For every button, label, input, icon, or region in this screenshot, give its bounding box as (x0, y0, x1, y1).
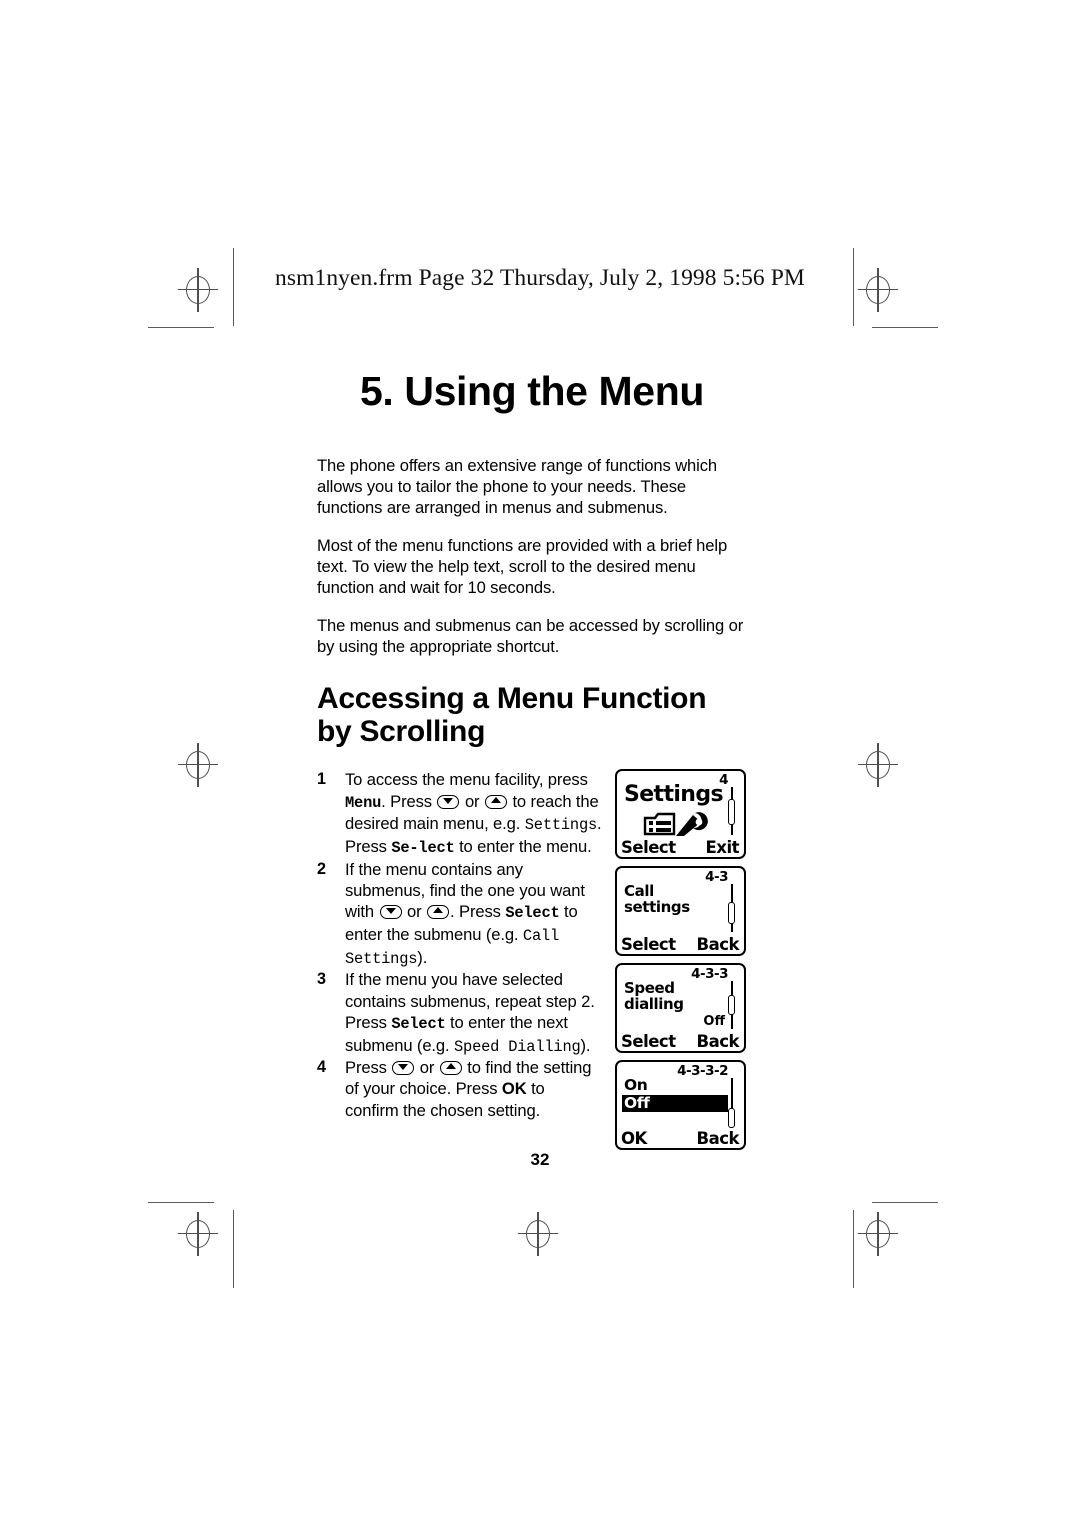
phone-screen-illustrations: 4 Settings Select Exit 4-3 Call settings Select… (615, 769, 760, 1157)
step-text-run: . Press (381, 791, 437, 811)
step-number: 1 (317, 770, 326, 789)
registration-mark-middle-right (856, 743, 900, 787)
step-text-run: . Press (450, 902, 506, 922)
crop-mark-top-right-horizontal (872, 327, 938, 329)
instruction-step: 4 Press or to find the setting of your ch… (317, 1057, 602, 1121)
screen-scrollbar[interactable] (728, 884, 736, 933)
step-text-run: Speed Dialling (454, 1037, 581, 1056)
section-heading: Accessing a Menu Function by Scrolling (317, 681, 707, 749)
softkey-right[interactable]: Back (697, 935, 740, 954)
step-text-run: OK (501, 1079, 527, 1099)
step-text-run: Settings (524, 816, 598, 835)
step-text-run: ). (580, 1035, 591, 1055)
phone-screen: 4-3-3-2 On Off OK Back (615, 1060, 746, 1151)
scroll-up-key-icon (427, 905, 450, 920)
step-text-run: or (415, 1058, 439, 1078)
screen-option[interactable]: On (622, 1076, 728, 1094)
screen-title: Call settings (624, 882, 690, 916)
scroll-down-key-icon (392, 1061, 415, 1076)
softkey-left[interactable]: Select (621, 1032, 676, 1051)
crop-mark-left-top (233, 248, 235, 326)
scrollbar-thumb[interactable] (728, 995, 735, 1016)
phone-screen: 4-3 Call settings Select Back (615, 866, 746, 957)
step-text-run: lect (418, 839, 455, 857)
phone-screen: 4-3-3 Speed dialling Off Select Back (615, 963, 746, 1054)
step-text-run: Select (505, 904, 560, 923)
intro-paragraph: Most of the menu functions are provided … (317, 536, 728, 598)
scrollbar-thumb[interactable] (728, 902, 735, 925)
crop-mark-bottom-left-horizontal (148, 1202, 214, 1204)
softkey-bar: Select Exit (621, 838, 740, 857)
instruction-step: 2 If the menu contains any submenus, find… (317, 859, 602, 970)
step-text-run: Press (345, 1058, 392, 1078)
intro-paragraph: The phone offers an extensive range of f… (317, 456, 718, 518)
intro-paragraph: The menus and submenus can be accessed b… (317, 616, 744, 657)
step-number: 2 (317, 859, 326, 878)
softkey-left[interactable]: OK (621, 1129, 647, 1148)
scroll-down-key-icon (379, 905, 402, 920)
step-text-run: Select (391, 1014, 446, 1033)
step-number: 3 (317, 970, 326, 989)
page-title: 5. Using the Menu (359, 368, 704, 414)
registration-mark-middle-left (176, 743, 220, 787)
intro-paragraphs: The phone offers an extensive range of f… (317, 413, 747, 658)
softkey-right[interactable]: Back (697, 1032, 740, 1051)
scroll-up-key-icon (484, 794, 507, 809)
step-text-run: Menu (345, 793, 382, 812)
softkey-left[interactable]: Select (621, 935, 676, 954)
screen-option-selected[interactable]: Off (622, 1094, 728, 1113)
instruction-step: 1 To access the menu facility, press Menu… (317, 769, 602, 858)
crop-mark-right-bottom (853, 1210, 855, 1288)
screen-scrollbar[interactable] (728, 981, 736, 1030)
screen-option-list: On Off (622, 1076, 728, 1113)
frame-file-header: nsm1nyen.frm Page 32 Thursday, July 2, 1… (275, 265, 805, 291)
softkey-right[interactable]: Exit (706, 838, 740, 857)
registration-mark-bottom-right (856, 1212, 900, 1256)
step-text-run: or (402, 902, 427, 922)
scrollbar-thumb[interactable] (728, 1108, 735, 1129)
softkey-right[interactable]: Back (697, 1129, 740, 1148)
crop-mark-top-left-horizontal (148, 327, 214, 329)
settings-list-wrench-icon (643, 811, 717, 837)
instruction-step: 3 If the menu you have selected contains … (317, 969, 602, 1057)
screen-status-value: Off (703, 1014, 725, 1030)
softkey-bar: Select Back (621, 935, 740, 954)
softkey-bar: Select Back (621, 1032, 740, 1051)
page-content: 5. Using the Menu The phone offers an ex… (317, 368, 747, 1159)
scroll-down-key-icon (437, 794, 460, 809)
step-text-run: to enter the menu. (454, 837, 592, 856)
instruction-steps: 1 To access the menu facility, press Menu… (317, 769, 602, 1121)
crop-mark-right-top (853, 248, 855, 326)
phone-screen: 4 Settings Select Exit (615, 769, 746, 860)
registration-mark-top-left (176, 268, 220, 312)
registration-mark-top-right (856, 268, 900, 312)
registration-mark-bottom-left (176, 1212, 220, 1256)
crop-mark-left-bottom (233, 1210, 235, 1288)
step-number: 4 (317, 1058, 326, 1077)
crop-mark-bottom-right-horizontal (872, 1202, 938, 1204)
scroll-up-key-icon (439, 1061, 462, 1076)
softkey-left[interactable]: Select (621, 838, 676, 857)
menu-index-label: 4-3 (705, 869, 728, 886)
registration-mark-bottom-center (516, 1212, 560, 1256)
page-number: 32 (530, 1150, 550, 1169)
step-text-run: ). (417, 947, 428, 967)
step-text-run: Se- (391, 839, 419, 857)
screen-title: Settings (623, 782, 724, 808)
steps-and-screens: 1 To access the menu facility, press Menu… (317, 769, 747, 1159)
screen-title: Speed dialling (624, 979, 684, 1013)
menu-index-label: 4-3-3 (691, 966, 728, 983)
screen-scrollbar[interactable] (728, 1078, 736, 1129)
softkey-bar: OK Back (621, 1129, 740, 1148)
step-text-run: To access the menu facility, press (345, 770, 588, 790)
step-text-run: or (460, 791, 484, 811)
